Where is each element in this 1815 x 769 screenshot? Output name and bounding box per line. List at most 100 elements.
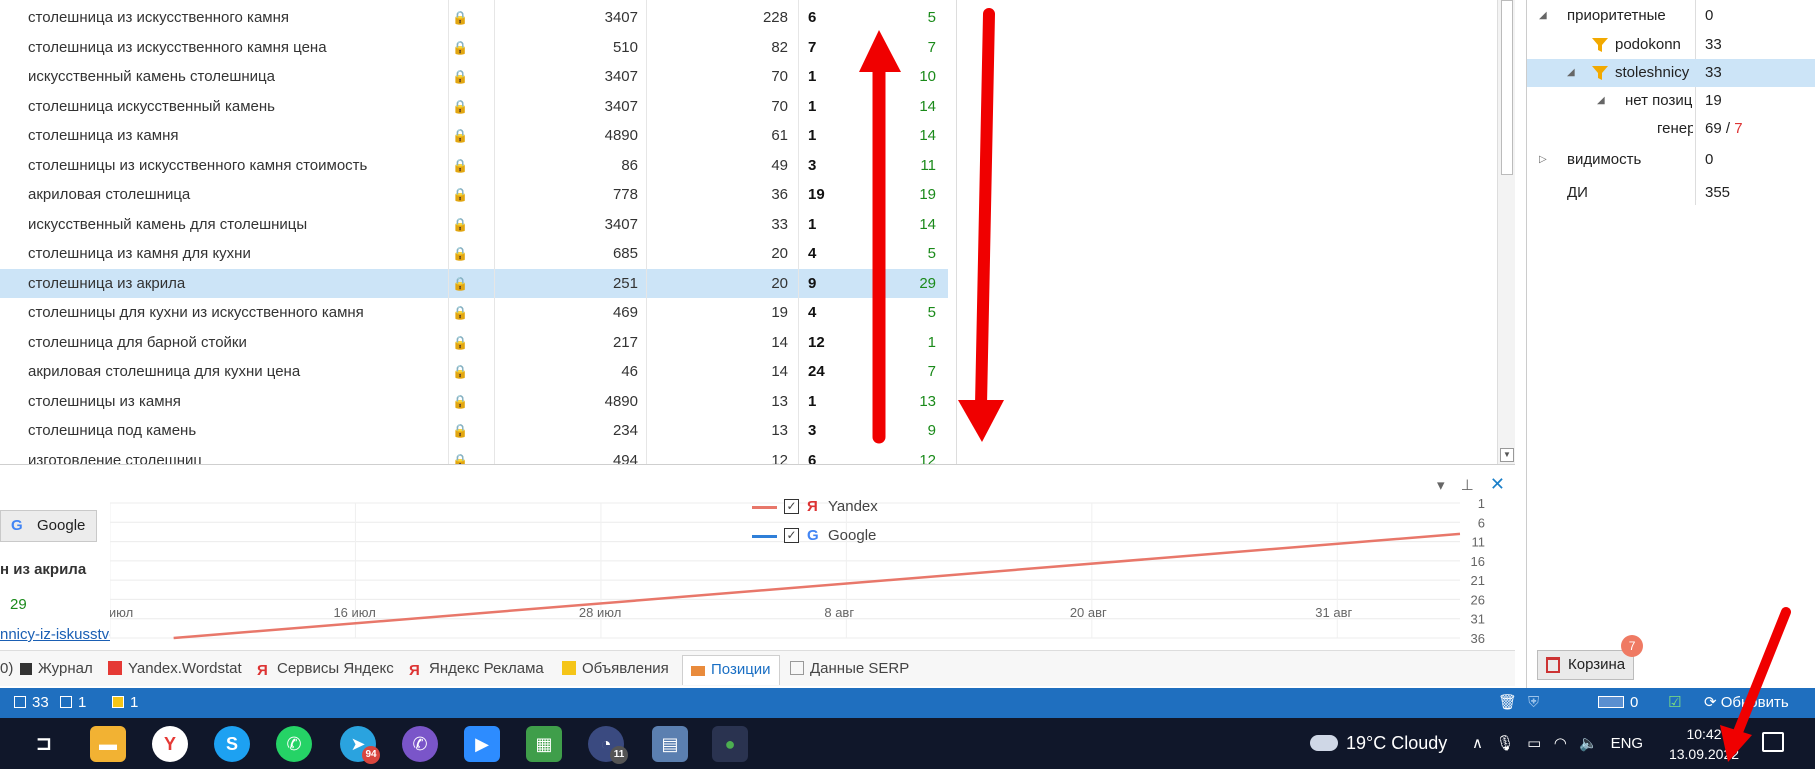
clock-app-icon[interactable]: ◔ 11: [588, 726, 628, 764]
keyword-cell: изготовление столешниц: [28, 451, 202, 465]
tree-item-priority[interactable]: ◢ приоритетные 0: [1527, 2, 1815, 30]
scroll-down-button[interactable]: ▼: [1500, 448, 1514, 462]
table-scrollbar[interactable]: ▼: [1497, 0, 1515, 464]
yandex-position-cell: 6: [808, 9, 817, 26]
tab-journal[interactable]: Журнал: [20, 655, 93, 685]
refresh-button[interactable]: ⟳ Обновить: [1704, 688, 1789, 718]
expand-icon[interactable]: ◢: [1567, 59, 1575, 87]
keyword-cell: искусственный камень столешница: [28, 68, 275, 85]
table-row[interactable]: столешница из искусственного камня 3407 22…: [0, 3, 948, 33]
volume-icon[interactable]: 🔈: [1579, 735, 1598, 752]
tray-chevron-icon[interactable]: ∧: [1472, 735, 1483, 752]
lock-icon[interactable]: 🔒: [452, 62, 492, 92]
tab-partial[interactable]: 0): [0, 655, 13, 685]
square-counter[interactable]: 1: [112, 688, 138, 718]
checked-counter[interactable]: 33: [14, 688, 49, 718]
mic-icon[interactable]: 🎙: [1496, 735, 1515, 752]
collapse-icon[interactable]: ▷: [1539, 146, 1547, 174]
yandex-browser-icon[interactable]: Y: [152, 726, 188, 762]
table-row[interactable]: изготовление столешниц 494 12 6 12 🔒: [0, 446, 948, 465]
table-row[interactable]: искусственный камень для столешницы 3407 3…: [0, 210, 948, 240]
lock-icon[interactable]: 🔒: [452, 446, 492, 465]
lock-icon[interactable]: 🔒: [452, 121, 492, 151]
table-row[interactable]: столешницы из искусственного камня стоим…: [0, 151, 948, 181]
tree-item-gener[interactable]: генер 69 / 7: [1527, 115, 1815, 143]
file-explorer-icon[interactable]: ▬: [90, 726, 126, 762]
table-row[interactable]: столешница из камня для кухни 685 20 4 5 🔒: [0, 239, 948, 269]
dropdown-icon[interactable]: ▾: [1437, 477, 1445, 494]
zoom-icon[interactable]: ▶: [464, 726, 500, 762]
skype-icon[interactable]: S: [214, 726, 250, 762]
table-row[interactable]: искусственный камень столешница 3407 70 1 10…: [0, 62, 948, 92]
pin-icon[interactable]: ⊥: [1461, 477, 1474, 494]
close-icon[interactable]: ✕: [1490, 474, 1505, 494]
tab-wordstat[interactable]: Yandex.Wordstat: [108, 655, 242, 685]
tab-yandex-services[interactable]: Я Сервисы Яндекс: [257, 655, 394, 685]
keycollector-icon[interactable]: ●: [712, 726, 748, 762]
wifi-icon[interactable]: ◠: [1554, 735, 1567, 752]
lock-icon[interactable]: 🔒: [452, 387, 492, 417]
table-row[interactable]: столешница из камня 4890 61 1 14 🔒: [0, 121, 948, 151]
notification-center-icon[interactable]: [1762, 732, 1784, 752]
yandex-checkbox[interactable]: ✓: [784, 499, 799, 514]
viber-icon[interactable]: ✆: [402, 726, 438, 762]
lock-icon[interactable]: 🔒: [452, 151, 492, 181]
lock-icon[interactable]: 🔒: [452, 210, 492, 240]
frequency-cell: 3407: [604, 68, 638, 85]
google-position-cell: 11: [920, 156, 936, 174]
image-viewer-icon[interactable]: ▦: [526, 726, 562, 762]
lock-icon[interactable]: 🔒: [452, 416, 492, 446]
whatsapp-icon[interactable]: ✆: [276, 726, 312, 762]
weather-widget[interactable]: 19°C Cloudy: [1310, 718, 1447, 769]
tab-yandex-ads[interactable]: Я Яндекс Реклама: [409, 655, 544, 685]
yandex-position-cell: 9: [808, 274, 817, 292]
lock-icon[interactable]: 🔒: [452, 269, 492, 299]
lock-icon[interactable]: 🔒: [452, 3, 492, 33]
tree-item-di[interactable]: ДИ 355: [1527, 179, 1815, 207]
tree-item-visibility[interactable]: ▷ видимость 0: [1527, 146, 1815, 174]
table-row[interactable]: столешница искусственный камень 3407 70 1 14…: [0, 92, 948, 122]
selected-query-url[interactable]: nnicy-iz-iskusstve: [0, 626, 110, 643]
table-row[interactable]: акриловая столешница для кухни цена 46 14 2…: [0, 357, 948, 387]
table-row[interactable]: столешницы из камня 4890 13 1 13 🔒: [0, 387, 948, 417]
keyword-cell: столешницы для кухни из искусственного к…: [28, 304, 364, 321]
lock-icon[interactable]: 🔒: [452, 357, 492, 387]
lock-icon[interactable]: 🔒: [452, 298, 492, 328]
clock-app-badge: 11: [610, 746, 628, 764]
lock-icon[interactable]: 🔒: [452, 33, 492, 63]
tab-positions[interactable]: Позиции: [682, 655, 780, 685]
tab-serp-data[interactable]: Данные SERP: [790, 655, 909, 685]
lock-icon[interactable]: 🔒: [452, 180, 492, 210]
clock-time: 10:42: [1686, 726, 1722, 742]
table-row[interactable]: столешница из искусственного камня цена 5…: [0, 33, 948, 63]
trash-status-icon[interactable]: 🗑: [1498, 688, 1517, 718]
frequency2-cell: 19: [771, 304, 788, 321]
table-row[interactable]: столешница под камень 234 13 3 9 🔒: [0, 416, 948, 446]
frequency-cell: 234: [612, 422, 638, 439]
table-row[interactable]: столешницы для кухни из искусственного к…: [0, 298, 948, 328]
lock-icon[interactable]: 🔒: [452, 92, 492, 122]
table-row[interactable]: столешница из акрила 251 20 9 29 🔒: [0, 268, 948, 299]
expand-icon[interactable]: ◢: [1597, 87, 1605, 115]
language-indicator[interactable]: ENG: [1611, 735, 1644, 752]
tree-item-stoleshnicy[interactable]: ◢ stoleshnicy 33: [1527, 59, 1815, 87]
telegram-icon[interactable]: ➤ 94: [340, 726, 380, 764]
google-button[interactable]: G Google: [0, 510, 97, 542]
system-clock[interactable]: 10:42 13.09.2022: [1664, 724, 1744, 764]
task-view-icon[interactable]: ⊐: [26, 726, 62, 762]
table-counter[interactable]: 1: [60, 688, 86, 718]
expand-icon[interactable]: ◢: [1539, 2, 1547, 30]
lock-icon[interactable]: 🔒: [452, 239, 492, 269]
lock-icon[interactable]: 🔒: [452, 328, 492, 358]
google-checkbox[interactable]: ✓: [784, 528, 799, 543]
scrollbar-thumb[interactable]: [1501, 0, 1513, 175]
basket-button[interactable]: Корзина 7: [1537, 635, 1644, 680]
network-app-icon[interactable]: ▤: [652, 726, 688, 762]
table-row[interactable]: столешница для барной стойки 217 14 12 1 🔒: [0, 328, 948, 358]
battery-icon[interactable]: ▭: [1527, 735, 1541, 752]
tree-item-podokonn[interactable]: podokonn 33: [1527, 31, 1815, 59]
tree-item-no-position[interactable]: ◢ нет позиц 19: [1527, 87, 1815, 115]
table-row[interactable]: акриловая столешница 778 36 19 19 🔒: [0, 180, 948, 210]
notif-counter[interactable]: 0: [1598, 688, 1638, 718]
tab-ads[interactable]: Объявления: [562, 655, 669, 685]
